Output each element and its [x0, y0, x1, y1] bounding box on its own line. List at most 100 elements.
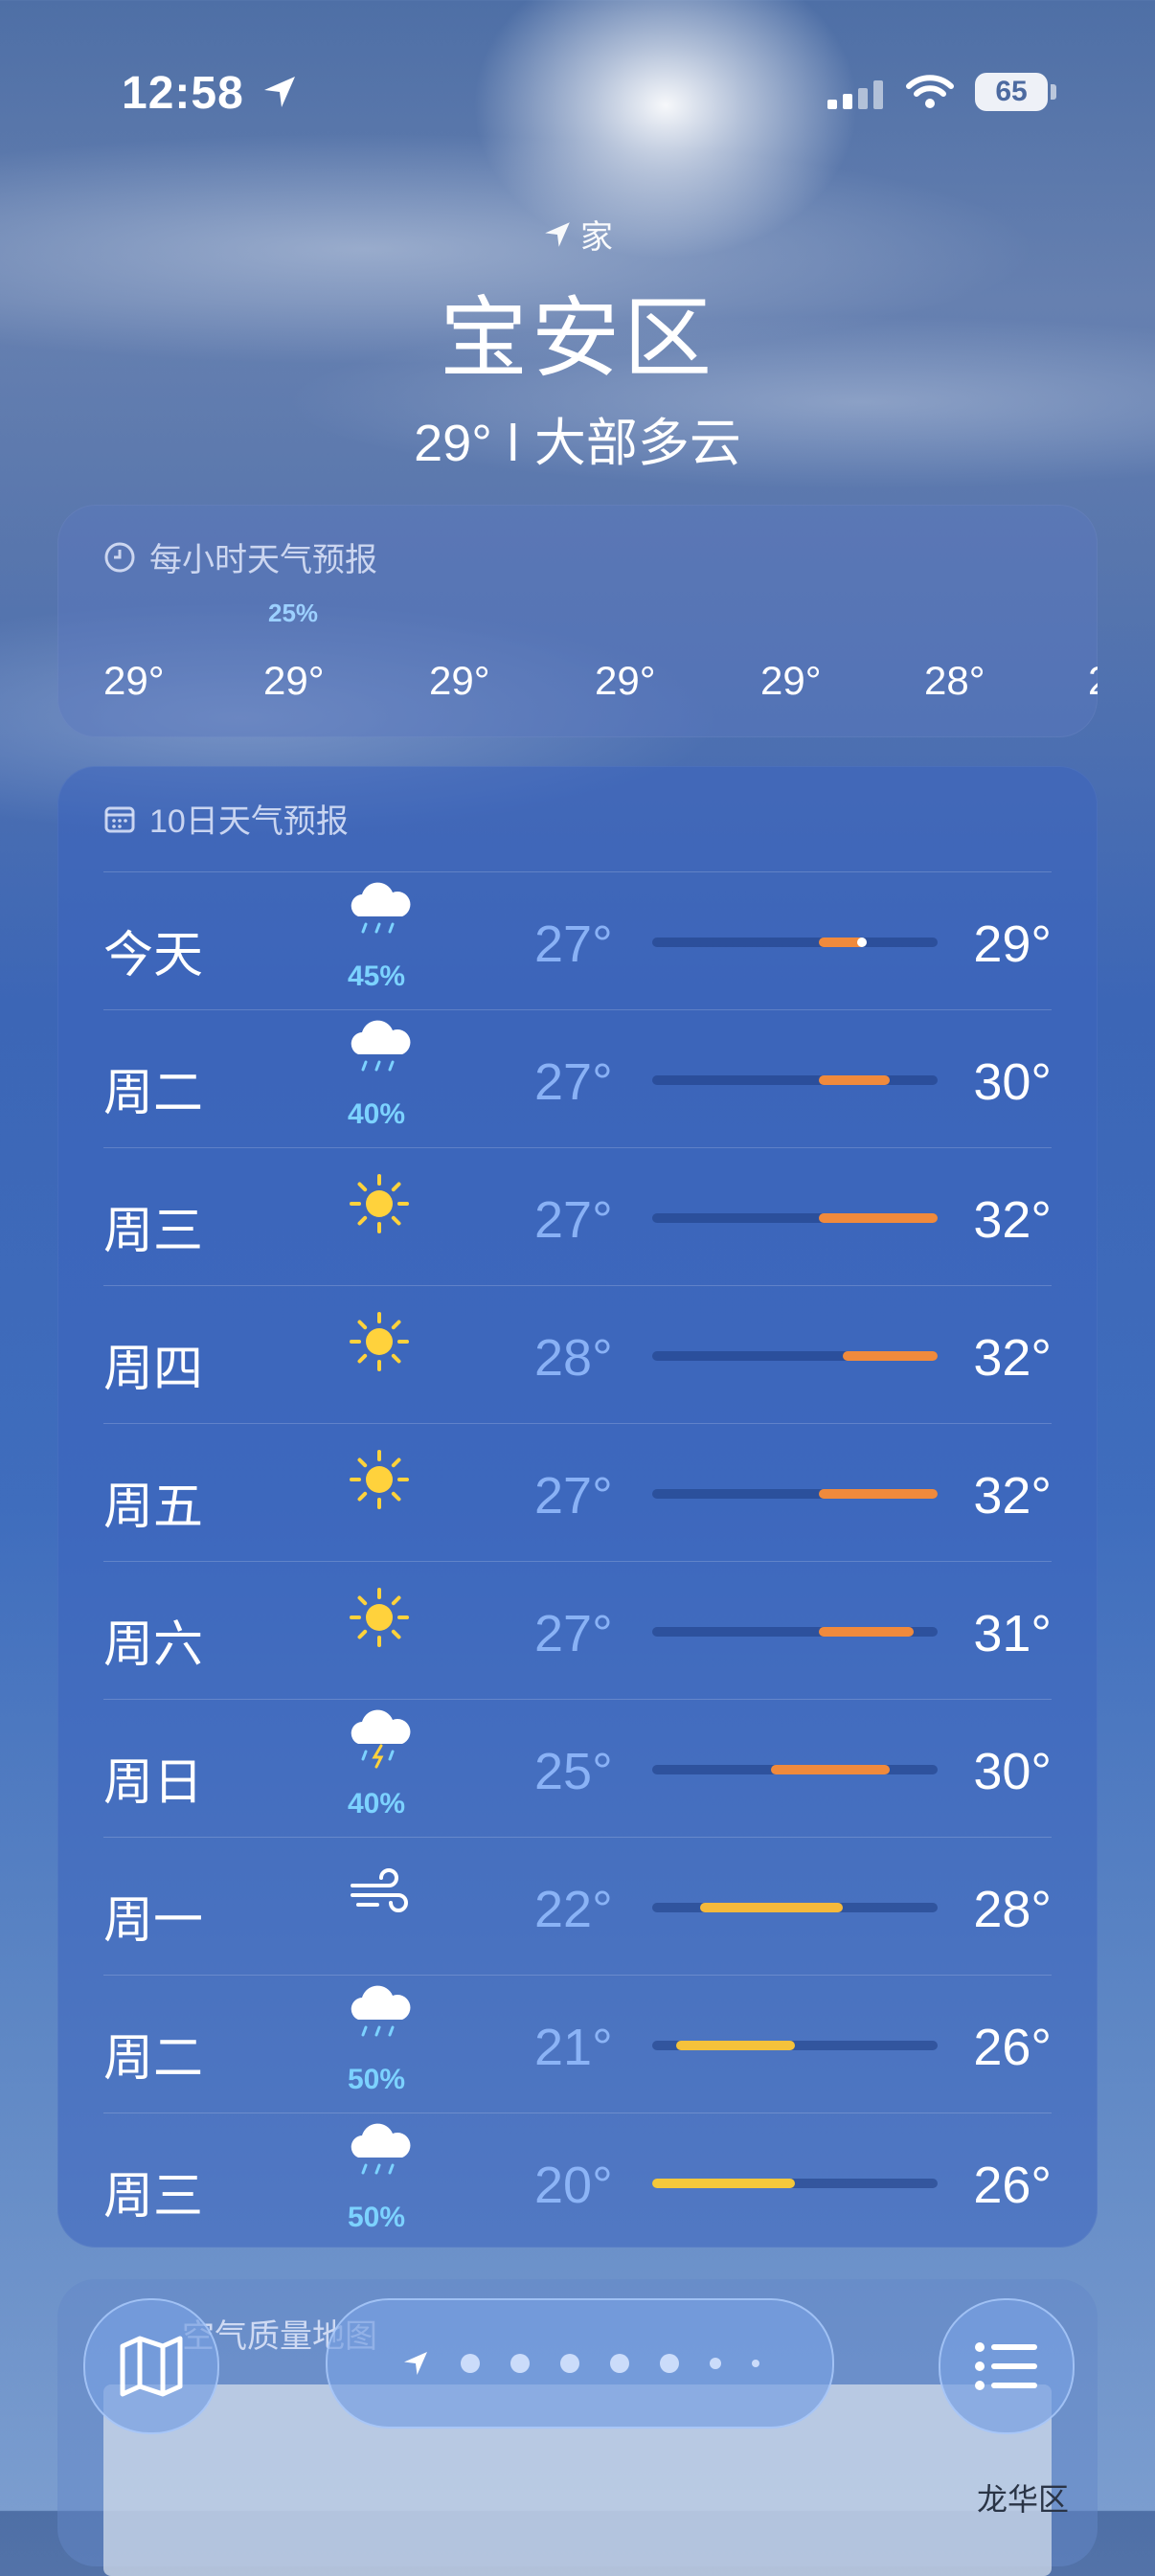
- day-row[interactable]: 周五 27° 32°: [103, 1423, 1052, 1562]
- hourly-forecast-card[interactable]: 每小时天气预报 25% 29° 29° 29° 29° 29° 28° 2: [57, 505, 1098, 737]
- precip-chance: 40%: [347, 1788, 406, 1819]
- temp-range-bar: [652, 1903, 938, 1912]
- low-temp: 21°: [534, 2019, 613, 2076]
- hourly-title-text: 每小时天气预报: [149, 542, 377, 578]
- battery-tip: [1051, 84, 1056, 100]
- city-name: 宝安区: [439, 290, 715, 388]
- temp-range-bar: [652, 1627, 938, 1637]
- status-time: 12:58: [122, 68, 244, 119]
- daily-title: 10日天气预报: [103, 795, 349, 842]
- page-dot[interactable]: [659, 2354, 679, 2373]
- page-dot[interactable]: [559, 2354, 579, 2373]
- temp-range-fill: [818, 1213, 938, 1223]
- temp-range-fill: [818, 1627, 915, 1637]
- day-label: 周六: [103, 1617, 204, 1673]
- temp-range-fill: [699, 1903, 843, 1912]
- temp-range-fill: [818, 1075, 891, 1085]
- sun-icon: [343, 1581, 416, 1677]
- location-arrow-icon: [403, 2352, 427, 2375]
- temp-range-bar: [652, 2041, 938, 2050]
- hour-temp: 29°: [595, 658, 656, 703]
- map-district-label: 龙华区: [976, 2482, 1069, 2517]
- day-label: 周二: [103, 1066, 204, 1121]
- day-label: 周三: [103, 1204, 204, 1259]
- hourly-precip: 25%: [268, 599, 319, 627]
- hour-temp: 2: [1088, 658, 1098, 704]
- high-temp: 30°: [973, 1743, 1052, 1800]
- rain-cloud-icon: [343, 1016, 416, 1112]
- high-temp: 26°: [973, 2157, 1052, 2214]
- location-header: 家 宝安区 29° ǀ 大部多云: [0, 211, 1155, 476]
- low-temp: 27°: [534, 915, 613, 973]
- temp-range-bar: [652, 1489, 938, 1499]
- daily-title-text: 10日天气预报: [149, 803, 349, 840]
- day-row[interactable]: 周四 28° 32°: [103, 1285, 1052, 1424]
- day-row[interactable]: 周二 40% 27° 30°: [103, 1009, 1052, 1148]
- precip-chance: 50%: [347, 2202, 406, 2233]
- day-row[interactable]: 周三 50% 20° 26°: [103, 2113, 1052, 2251]
- temp-range-bar: [652, 1075, 938, 1085]
- temp-range-bar: [652, 1351, 938, 1361]
- hour-temp: 28°: [924, 658, 985, 703]
- home-label-text: 家: [580, 219, 613, 256]
- low-temp: 27°: [534, 1467, 613, 1525]
- day-row[interactable]: 周二 50% 21° 26°: [103, 1975, 1052, 2113]
- calendar-icon: [104, 806, 135, 832]
- list-icon: [975, 2342, 1037, 2390]
- wind-icon: [343, 1857, 416, 1953]
- day-label: 周四: [103, 1342, 204, 1397]
- day-label: 今天: [103, 928, 204, 983]
- page-dot[interactable]: [709, 2358, 721, 2369]
- map-button[interactable]: [83, 2298, 219, 2434]
- temp-range-fill: [818, 1489, 938, 1499]
- high-temp: 26°: [973, 2019, 1052, 2076]
- battery-level: 65: [975, 73, 1048, 111]
- location-arrow-icon: [545, 221, 570, 247]
- temp-range-fill: [771, 1765, 891, 1774]
- page-dot[interactable]: [751, 2360, 759, 2367]
- low-temp: 25°: [534, 1743, 613, 1800]
- current-temp-dot: [856, 938, 867, 947]
- page-dot[interactable]: [609, 2354, 629, 2373]
- clock-icon: [104, 542, 135, 572]
- day-label: 周三: [103, 2169, 204, 2225]
- page-dot[interactable]: [460, 2354, 480, 2373]
- low-temp: 27°: [534, 1191, 613, 1249]
- temp-range-fill: [842, 1351, 938, 1361]
- day-label: 周日: [103, 1755, 204, 1811]
- day-row[interactable]: 周六 27° 31°: [103, 1561, 1052, 1700]
- hour-temp: 29°: [429, 658, 490, 703]
- page-dot[interactable]: [510, 2354, 530, 2373]
- high-temp: 29°: [973, 915, 1052, 973]
- high-temp: 30°: [973, 1053, 1052, 1111]
- ten-day-forecast-card[interactable]: 10日天气预报 今天 45% 27° 29° 周二 40% 27° 30° 周三 27° 32° 周四…: [57, 766, 1098, 2248]
- day-label: 周五: [103, 1480, 204, 1535]
- page-indicator[interactable]: [326, 2298, 834, 2429]
- hour-temp: 29°: [760, 658, 822, 703]
- temp-range-bar: [652, 1213, 938, 1223]
- map-icon: [120, 2336, 183, 2397]
- location-list-button[interactable]: [939, 2298, 1075, 2434]
- high-temp: 32°: [973, 1191, 1052, 1249]
- day-row[interactable]: 周日 40% 25° 30°: [103, 1699, 1052, 1838]
- day-row[interactable]: 周三 27° 32°: [103, 1147, 1052, 1286]
- day-row[interactable]: 今天 45% 27° 29°: [103, 871, 1052, 1010]
- sun-icon: [343, 1305, 416, 1401]
- temp-range-bar: [652, 2179, 938, 2188]
- high-temp: 32°: [973, 1329, 1052, 1387]
- low-temp: 27°: [534, 1053, 613, 1111]
- day-label: 周二: [103, 2031, 204, 2087]
- thunderstorm-icon: [343, 1706, 416, 1801]
- sun-icon: [343, 1167, 416, 1263]
- status-bar: 12:58 65: [0, 63, 1155, 121]
- rain-cloud-icon: [343, 2119, 416, 2215]
- high-temp: 32°: [973, 1467, 1052, 1525]
- low-temp: 22°: [534, 1881, 613, 1938]
- rain-cloud-icon: [343, 1981, 416, 2077]
- precip-chance: 45%: [347, 960, 406, 992]
- temp-range-fill: [652, 2179, 795, 2188]
- precip-chance: 40%: [347, 1098, 406, 1130]
- day-row[interactable]: 周一 22° 28°: [103, 1837, 1052, 1976]
- home-label: 家: [0, 211, 1155, 258]
- high-temp: 28°: [973, 1881, 1052, 1938]
